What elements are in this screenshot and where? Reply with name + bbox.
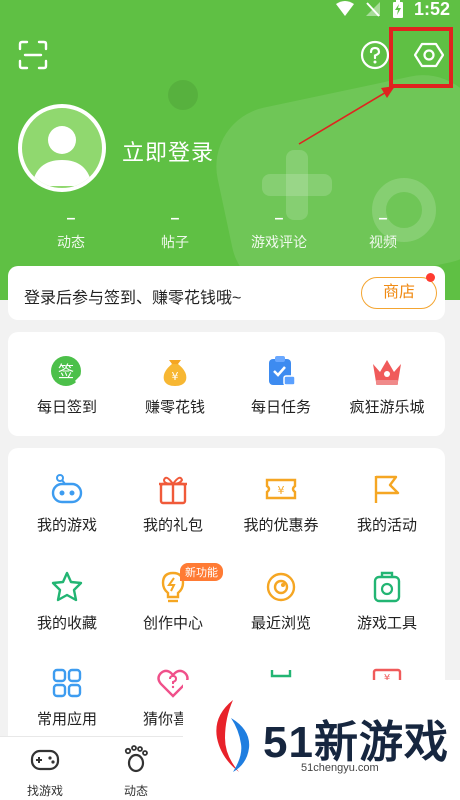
- profile-header: 1:52 立即登录 – 动态 – 帖子 – 游戏评论 – 视频: [0, 0, 460, 300]
- stat-value: –: [170, 210, 180, 227]
- menu-my-events[interactable]: 我的活动: [332, 472, 442, 535]
- nav-label: 找游戏: [26, 784, 63, 798]
- menu-label: 创作中心: [142, 615, 203, 632]
- menu-my-coupons[interactable]: ¥ 我的优惠券: [226, 472, 336, 535]
- svg-text:签: 签: [58, 362, 74, 381]
- menu-my-games[interactable]: 我的游戏: [12, 472, 122, 535]
- stat-threads[interactable]: – 帖子: [135, 210, 215, 252]
- quick-action-label: 每日任务: [250, 399, 311, 416]
- menu-game-tools[interactable]: 游戏工具: [332, 570, 442, 633]
- task-clipboard-icon: [269, 356, 296, 386]
- menu-label: 我的优惠券: [243, 517, 319, 534]
- menu-label: 我的游戏: [36, 517, 97, 534]
- stat-posts-feed[interactable]: – 动态: [31, 210, 111, 252]
- status-time: 1:52: [413, 0, 450, 19]
- watermark-url: 51chengyu.com: [301, 762, 379, 774]
- menu-label: 我的收藏: [36, 615, 97, 632]
- watermark-logo-icon: [216, 700, 250, 772]
- watermark-overlay: 51新游戏 51chengyu.com: [183, 680, 460, 800]
- menu-label: 我的礼包: [142, 517, 203, 534]
- apps-grid-icon: [52, 668, 82, 698]
- menu-label: 游戏工具: [356, 615, 417, 632]
- signin-prompt: 登录后参与签到、赚零花钱哦~: [24, 290, 242, 307]
- decorative-dot: [168, 80, 198, 110]
- quick-action-label: 疯狂游乐城: [349, 399, 425, 416]
- gift-icon: [159, 476, 187, 505]
- stat-label: 帖子: [161, 234, 189, 250]
- nav-feed[interactable]: 动态: [91, 745, 181, 799]
- svg-text:¥: ¥: [278, 484, 285, 497]
- menu-common-apps[interactable]: 常用应用: [12, 666, 122, 729]
- star-icon: [51, 571, 83, 602]
- menu-my-favorites[interactable]: 我的收藏: [12, 570, 122, 633]
- stat-value: –: [378, 210, 388, 227]
- quick-action-crazy-playground[interactable]: 疯狂游乐城: [332, 354, 442, 417]
- shop-button[interactable]: 商店: [361, 277, 437, 309]
- quick-actions-card: 签 每日签到 ¥ 赚零花钱 每日任务 疯狂游乐城: [8, 332, 445, 436]
- coupon-icon: ¥: [265, 478, 297, 500]
- quick-action-earn-money[interactable]: ¥ 赚零花钱: [120, 354, 230, 417]
- menu-my-gifts[interactable]: 我的礼包: [118, 472, 228, 535]
- gamepad-icon: [51, 474, 83, 504]
- notification-dot: [426, 273, 435, 282]
- highlight-box: [389, 27, 453, 88]
- stat-value: –: [66, 210, 76, 227]
- svg-text:¥: ¥: [172, 370, 179, 383]
- wifi-icon: [335, 1, 354, 16]
- menu-label: 最近浏览: [250, 615, 311, 632]
- stat-label: 游戏评论: [251, 234, 307, 250]
- annotation-arrow: [298, 86, 395, 145]
- quick-action-daily-signin[interactable]: 签 每日签到: [12, 354, 122, 417]
- login-link[interactable]: 立即登录: [122, 135, 214, 167]
- quick-action-daily-tasks[interactable]: 每日任务: [226, 354, 336, 417]
- crown-icon: [373, 360, 401, 385]
- flag-icon: [374, 475, 400, 503]
- stat-game-reviews[interactable]: – 游戏评论: [239, 210, 319, 252]
- menu-label: 我的活动: [356, 517, 417, 534]
- menu-label: 常用应用: [36, 711, 97, 728]
- footprint-icon: [124, 745, 148, 773]
- default-avatar-icon: [32, 126, 92, 186]
- gamepad-icon: [30, 749, 60, 771]
- new-feature-tag: 新功能: [180, 563, 223, 581]
- eye-icon: [266, 572, 296, 602]
- nav-find-games[interactable]: 找游戏: [0, 745, 90, 799]
- nav-label: 动态: [123, 784, 148, 798]
- scan-icon[interactable]: [18, 40, 48, 70]
- sign-in-badge-icon: 签: [51, 356, 84, 386]
- quick-action-label: 赚零花钱: [144, 399, 205, 416]
- quick-action-label: 每日签到: [36, 399, 97, 416]
- toolbox-icon: [373, 571, 401, 603]
- stat-label: 动态: [57, 234, 85, 250]
- no-signal-icon: [365, 2, 380, 17]
- avatar[interactable]: [18, 104, 106, 192]
- battery-charging-icon: [392, 0, 403, 18]
- stat-value: –: [274, 210, 284, 227]
- menu-recently-viewed[interactable]: 最近浏览: [226, 570, 336, 633]
- money-bag-icon: ¥: [163, 360, 187, 386]
- signin-card[interactable]: 登录后参与签到、赚零花钱哦~ 商店: [8, 266, 445, 320]
- help-icon[interactable]: [360, 40, 390, 70]
- watermark-title: 51新游戏: [263, 718, 449, 767]
- status-bar: 1:52: [335, 0, 450, 19]
- stat-videos[interactable]: – 视频: [343, 210, 423, 252]
- stat-label: 视频: [369, 234, 397, 250]
